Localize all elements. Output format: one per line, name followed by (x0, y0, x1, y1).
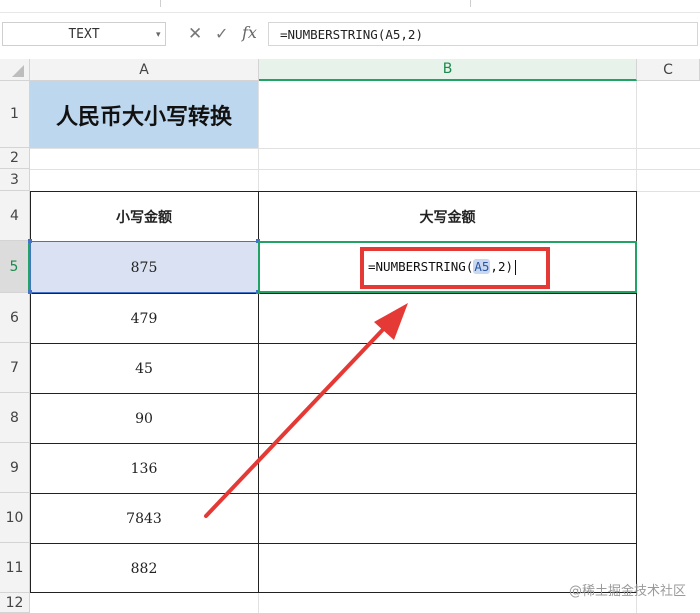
watermark: @稀土掘金技术社区 (568, 584, 686, 599)
annotation-arrow-icon (204, 303, 408, 518)
